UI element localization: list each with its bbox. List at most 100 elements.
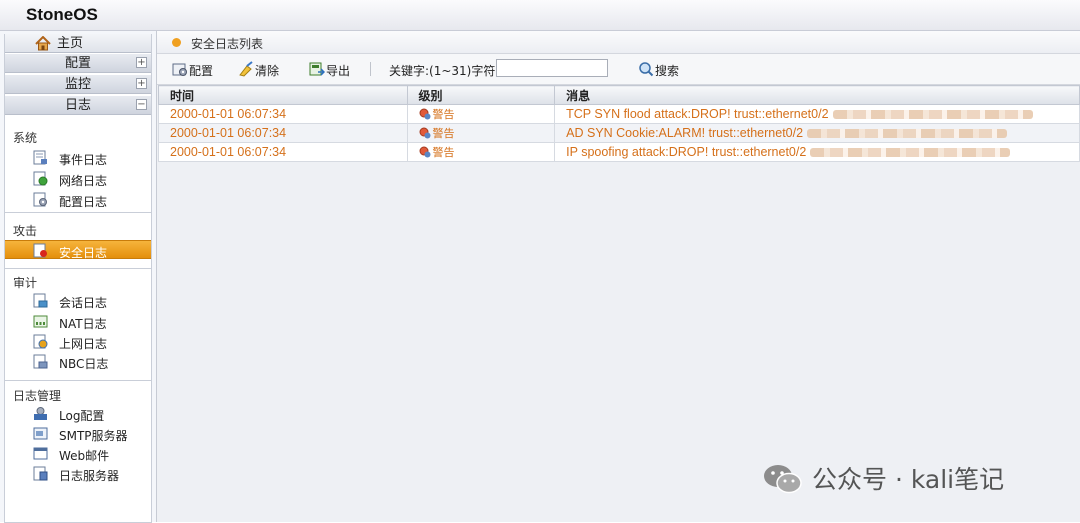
- keyword-input[interactable]: [496, 59, 608, 77]
- sidebar-item-web-access-log[interactable]: 上网日志: [5, 332, 151, 351]
- nav-menu-label: 配置: [64, 56, 91, 71]
- sidebar-item-label: SMTP服务器: [59, 429, 128, 443]
- sidebar-item-config-log[interactable]: 配置日志: [5, 190, 151, 209]
- level-text: 警告: [432, 146, 455, 159]
- nav-home-label: 主页: [57, 36, 84, 51]
- watermark-text: 公众号 · kali笔记: [812, 465, 1005, 494]
- cell-message: TCP SYN flood attack:DROP! trust::ethern…: [554, 104, 1080, 124]
- column-header-level[interactable]: 级别: [406, 85, 556, 105]
- config-icon: [172, 63, 187, 76]
- sidebar-item-label: Web邮件: [59, 449, 110, 463]
- sidebar-item-label: 会话日志: [59, 296, 108, 310]
- divider: [5, 268, 151, 269]
- home-icon: [35, 36, 51, 51]
- redacted-blur: [810, 148, 1011, 158]
- cell-level: 警告: [406, 142, 556, 162]
- sidebar-item-log-config[interactable]: Log配置: [5, 404, 151, 423]
- sidebar-item-label: NBC日志: [59, 357, 109, 371]
- clear-label: 清除: [255, 64, 280, 78]
- keyword-label: 关键字:(1~31)字符: [389, 64, 496, 78]
- nav-menu-config[interactable]: 配置 +: [5, 54, 151, 73]
- sidebar-item-label: 日志服务器: [59, 469, 120, 483]
- wechat-icon: [764, 465, 802, 494]
- sidebar-item-label: 安全日志: [59, 246, 108, 260]
- warning-icon: [419, 127, 431, 139]
- security-log-table: 时间 级别 消息 2000-01-01 06:07:34 警告 TCP SYN …: [158, 85, 1080, 162]
- table-header-row: 时间 级别 消息: [158, 85, 1080, 105]
- level-text: 警告: [432, 108, 455, 121]
- network-log-icon: [33, 171, 48, 186]
- event-log-icon: [33, 150, 47, 165]
- web-access-log-icon: [33, 334, 48, 349]
- sidebar: 主页 配置 + 监控 + 日志 − 系统 事件日志 网络日志 配置日志 攻击 安…: [0, 31, 157, 523]
- nav-menu-log[interactable]: 日志 −: [5, 96, 151, 115]
- log-config-icon: [34, 407, 47, 420]
- message-text: AD SYN Cookie:ALARM! trust::ethernet0/2: [566, 126, 804, 140]
- sidebar-panel: 主页 配置 + 监控 + 日志 − 系统 事件日志 网络日志 配置日志 攻击 安…: [4, 34, 152, 523]
- message-text: IP spoofing attack:DROP! trust::ethernet…: [566, 145, 807, 159]
- divider: [5, 380, 151, 381]
- sidebar-item-label: NAT日志: [59, 317, 107, 331]
- sidebar-item-security-log[interactable]: 安全日志: [5, 240, 151, 260]
- level-text: 警告: [432, 127, 455, 140]
- sidebar-item-nat-log[interactable]: NAT日志: [5, 312, 151, 331]
- cell-time: 2000-01-01 06:07:34: [158, 123, 408, 143]
- column-header-time[interactable]: 时间: [158, 85, 408, 105]
- cell-time: 2000-01-01 06:07:34: [158, 104, 408, 124]
- expand-icon[interactable]: +: [136, 78, 147, 89]
- sidebar-item-smtp-server[interactable]: SMTP服务器: [5, 424, 151, 443]
- collapse-icon[interactable]: −: [136, 99, 147, 110]
- redacted-blur: [807, 129, 1008, 139]
- table-row[interactable]: 2000-01-01 06:07:34 警告 AD SYN Cookie:ALA…: [158, 123, 1080, 143]
- sidebar-item-event-log[interactable]: 事件日志: [5, 148, 151, 167]
- export-label: 导出: [326, 64, 351, 78]
- toolbar-separator: [370, 62, 371, 76]
- group-title-system: 系统: [13, 131, 38, 145]
- cell-level: 警告: [406, 123, 556, 143]
- sidebar-item-label: 配置日志: [59, 195, 108, 209]
- nav-menu-monitor[interactable]: 监控 +: [5, 75, 151, 94]
- panel-header: 安全日志列表: [157, 31, 1080, 54]
- warning-icon: [419, 146, 431, 158]
- cell-message: AD SYN Cookie:ALARM! trust::ethernet0/2: [554, 123, 1080, 143]
- nav-menu-label: 日志: [64, 98, 91, 113]
- group-title-log-management: 日志管理: [13, 389, 62, 403]
- config-label: 配置: [189, 64, 214, 78]
- smtp-server-icon: [33, 427, 48, 440]
- sidebar-item-session-log[interactable]: 会话日志: [5, 291, 151, 310]
- session-log-icon: [33, 293, 48, 308]
- sidebar-item-label: 网络日志: [59, 174, 108, 188]
- sidebar-item-log-server[interactable]: 日志服务器: [5, 464, 151, 483]
- search-label: 搜索: [655, 64, 680, 78]
- sidebar-item-nbc-log[interactable]: NBC日志: [5, 352, 151, 371]
- sidebar-item-label: 上网日志: [59, 337, 108, 351]
- cell-message: IP spoofing attack:DROP! trust::ethernet…: [554, 142, 1080, 162]
- nbc-log-icon: [33, 354, 48, 369]
- nat-log-icon: [33, 315, 48, 328]
- toolbar: 配置 清除 导出 关键字:(1~31)字符 搜索: [157, 54, 1080, 85]
- broom-icon: [239, 61, 253, 77]
- nav-home[interactable]: 主页: [5, 34, 151, 53]
- sidebar-item-web-mail[interactable]: Web邮件: [5, 444, 151, 463]
- sidebar-item-label: 事件日志: [59, 153, 108, 167]
- config-log-icon: [33, 192, 47, 207]
- redacted-blur: [832, 110, 1033, 120]
- brand-logo: StoneOS: [26, 5, 98, 24]
- warning-icon: [419, 108, 431, 120]
- message-text: TCP SYN flood attack:DROP! trust::ethern…: [566, 107, 829, 121]
- table-row[interactable]: 2000-01-01 06:07:34 警告 IP spoofing attac…: [158, 142, 1080, 162]
- web-mail-icon: [33, 447, 48, 460]
- cell-time: 2000-01-01 06:07:34: [158, 142, 408, 162]
- export-icon: [309, 62, 325, 76]
- log-server-icon: [33, 466, 48, 481]
- sidebar-item-network-log[interactable]: 网络日志: [5, 169, 151, 188]
- table-row[interactable]: 2000-01-01 06:07:34 警告 TCP SYN flood att…: [158, 104, 1080, 124]
- security-log-icon: [33, 243, 47, 258]
- main-content: 安全日志列表 配置 清除 导出 关键字:(1~31)字符 搜索 时间 级别 消息…: [157, 31, 1080, 522]
- expand-icon[interactable]: +: [136, 57, 147, 68]
- sidebar-item-label: Log配置: [59, 409, 105, 423]
- nav-menu-label: 监控: [64, 77, 91, 92]
- column-header-message[interactable]: 消息: [554, 85, 1080, 105]
- top-bar: StoneOS: [0, 0, 1080, 31]
- group-title-attack: 攻击: [13, 224, 38, 238]
